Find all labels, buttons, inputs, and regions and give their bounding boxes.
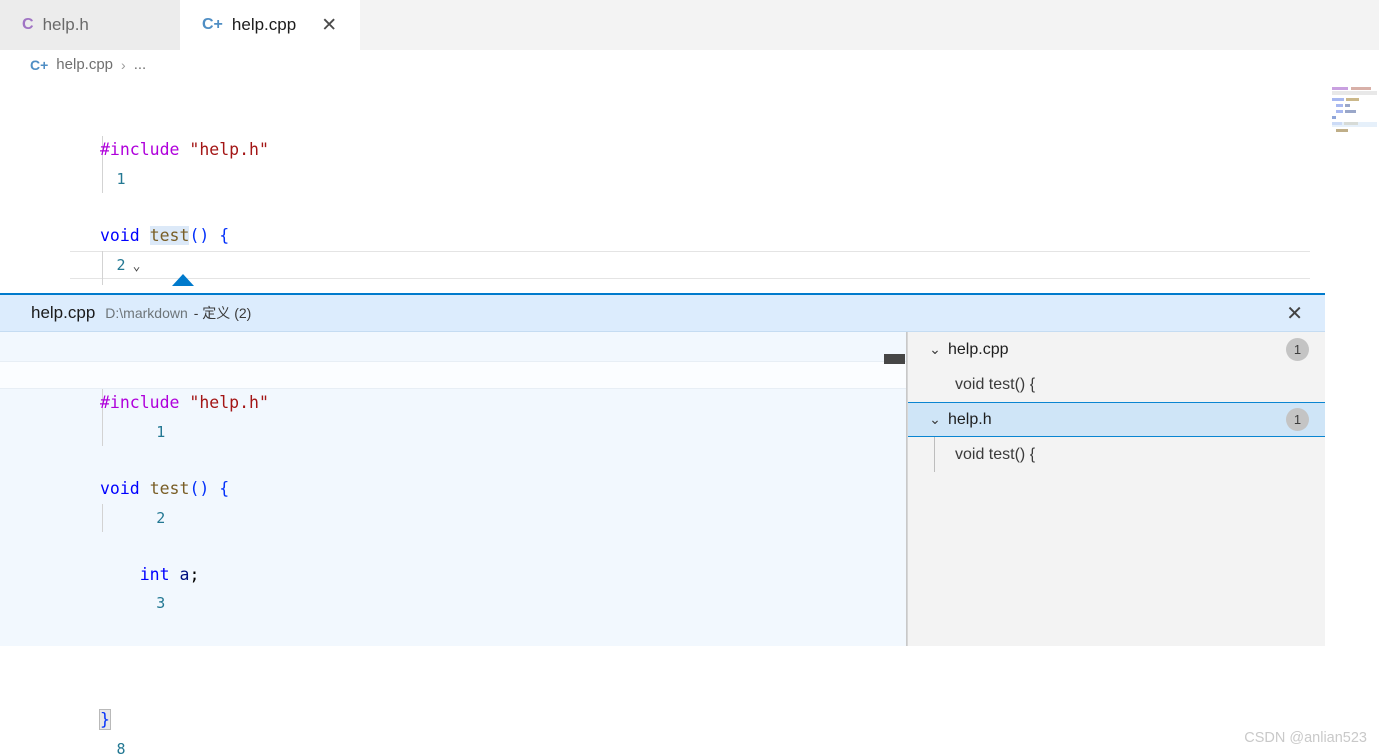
peek-result-kind: - 定义 (2) xyxy=(193,305,252,321)
peek-code-editor[interactable]: 1 #include "help.h" 2 void test() { 3 in… xyxy=(0,332,907,646)
line-number: 2 xyxy=(116,255,126,274)
cpp-file-icon: C+ xyxy=(30,56,49,73)
line-number: 3 xyxy=(156,594,166,613)
editor-tab-bar: C help.h C+ help.cpp ✕ xyxy=(0,0,1379,50)
close-icon[interactable]: ✕ xyxy=(1280,301,1309,326)
tree-file-label: help.h xyxy=(948,410,992,428)
code-line: 1 #include "help.h" xyxy=(0,389,907,441)
peek-view-arrow xyxy=(172,274,194,286)
tab-label: help.cpp xyxy=(231,15,297,34)
tree-row-help-h[interactable]: ⌄ help.h 1 xyxy=(908,402,1325,437)
code-line: 2 void test() { xyxy=(0,475,907,527)
peek-view-header: help.cpp D:\markdown - 定义 (2) ✕ xyxy=(0,295,1325,332)
result-count-badge: 1 xyxy=(1286,338,1309,361)
chevron-down-icon[interactable]: ⌄ xyxy=(922,341,948,358)
result-count-badge: 1 xyxy=(1286,408,1309,431)
code-content-bottom: 8 } xyxy=(0,649,1379,754)
line-number: 2 xyxy=(156,508,166,527)
breadcrumb-file[interactable]: help.cpp xyxy=(56,56,113,73)
tab-label: help.h xyxy=(42,15,89,34)
line-number: 1 xyxy=(116,169,126,188)
tree-snippet: void test() { xyxy=(955,445,1036,463)
tab-help-cpp[interactable]: C+ help.cpp ✕ xyxy=(180,0,360,50)
chevron-down-icon[interactable]: ⌄ xyxy=(922,411,948,428)
peek-view: help.cpp D:\markdown - 定义 (2) ✕ 1 #inclu… xyxy=(0,293,1325,646)
code-line: 2 ⌄ void test() { xyxy=(0,222,1379,274)
current-line-highlight xyxy=(70,250,1324,280)
tab-help-h[interactable]: C help.h xyxy=(0,0,180,50)
peek-title: help.cpp xyxy=(31,303,96,322)
main-code-editor-bottom[interactable]: 8 } xyxy=(0,649,1379,754)
tree-child-help-cpp-0[interactable]: void test() { xyxy=(908,367,1325,402)
peek-view-body: 1 #include "help.h" 2 void test() { 3 in… xyxy=(0,332,1325,646)
tree-file-label: help.cpp xyxy=(948,340,1009,358)
tree-row-help-cpp[interactable]: ⌄ help.cpp 1 xyxy=(908,332,1325,367)
peek-current-line-highlight xyxy=(0,360,907,390)
tree-snippet: void test() { xyxy=(955,375,1036,393)
tree-indent-guide xyxy=(934,437,935,472)
c-file-icon: C xyxy=(22,16,34,33)
chevron-right-icon: › xyxy=(121,56,126,73)
line-number: 8 xyxy=(116,739,126,754)
peek-editor-scrollbar[interactable] xyxy=(884,354,905,364)
code-line: 3 int a; xyxy=(0,561,907,613)
line-number: 1 xyxy=(156,422,166,441)
main-code-editor[interactable]: 1 #include "help.h" 2⌄ void test() { 3 i… xyxy=(0,79,1379,285)
code-line: 1 #include "help.h" xyxy=(0,136,1379,188)
peek-reference-tree: ⌄ help.cpp 1 void test() { ⌄ help.h 1 vo… xyxy=(907,332,1325,646)
cpp-file-icon: C+ xyxy=(202,16,223,33)
watermark: CSDN @anlian523 xyxy=(1244,730,1367,746)
fold-chevron-icon[interactable]: ⌄ xyxy=(125,253,147,282)
vscode-window: C help.h C+ help.cpp ✕ C+ help.cpp › ...… xyxy=(0,0,1379,754)
breadcrumb: C+ help.cpp › ... xyxy=(0,50,1379,79)
close-icon[interactable]: ✕ xyxy=(319,16,339,35)
breadcrumb-more[interactable]: ... xyxy=(134,56,147,73)
peek-file-path: D:\markdown xyxy=(105,305,188,321)
tree-child-help-h-0[interactable]: void test() { xyxy=(908,437,1325,472)
code-line: 8 } xyxy=(0,706,1379,754)
minimap[interactable] xyxy=(1310,79,1379,285)
